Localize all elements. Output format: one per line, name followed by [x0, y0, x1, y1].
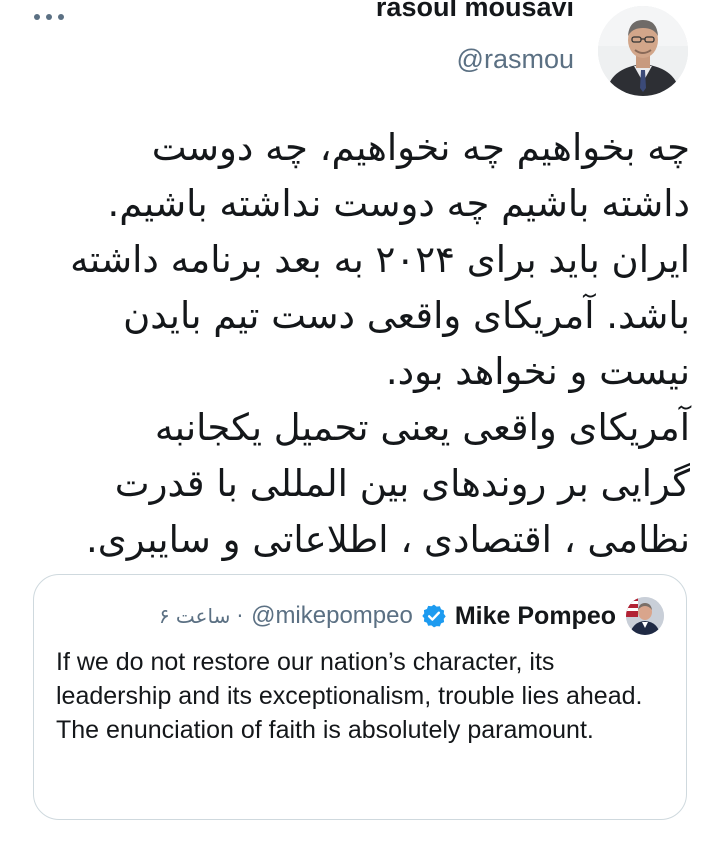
tweet-line: نیست و نخواهد بود. [385, 350, 690, 393]
quoted-tweet-avatar[interactable] [626, 597, 664, 635]
quoted-avatar-image [626, 597, 664, 635]
author-avatar-image [598, 6, 688, 96]
tweet-line: گرایی بر روندهای بین المللی با قدرت [114, 462, 690, 505]
tweet-line: چه بخواهیم چه نخواهیم، چه دوست [151, 126, 690, 169]
more-dot [58, 14, 64, 20]
tweet: rasoul mousavi @rasmou چه بخواهیم چه نخو… [0, 0, 720, 843]
quoted-tweet-text: If we do not restore our nation’s charac… [56, 648, 643, 744]
quoted-tweet[interactable]: ۶ ساعت · @mikepompeo Mike Pompeo If we d… [33, 574, 687, 820]
more-options-icon[interactable] [34, 8, 64, 26]
author-handle[interactable]: @rasmou [457, 44, 574, 75]
more-dot [46, 14, 52, 20]
quoted-tweet-header: ۶ ساعت · @mikepompeo Mike Pompeo [159, 597, 664, 635]
verified-badge-icon [422, 604, 446, 628]
author-avatar[interactable] [598, 6, 688, 96]
more-dot [34, 14, 40, 20]
quoted-tweet-time: ۶ ساعت · [158, 604, 244, 628]
quoted-tweet-handle[interactable]: @mikepompeo [251, 602, 413, 630]
tweet-line: داشته باشیم چه دوست نداشته باشیم. [107, 182, 690, 225]
tweet-line: نظامی ، اقتصادی ، اطلاعاتی و سایبری. [86, 518, 690, 561]
tweet-line: ایران باید برای ۲۰۲۴ به بعد برنامه داشته [70, 238, 690, 281]
tweet-line: باشد. آمریکای واقعی دست تیم بایدن [123, 294, 690, 337]
author-display-name[interactable]: rasoul mousavi [376, 0, 574, 23]
quoted-tweet-name[interactable]: Mike Pompeo [455, 602, 616, 631]
tweet-text: چه بخواهیم چه نخواهیم، چه دوست داشته باش… [30, 120, 690, 568]
tweet-line: آمریکای واقعی یعنی تحمیل یکجانبه [154, 406, 690, 449]
